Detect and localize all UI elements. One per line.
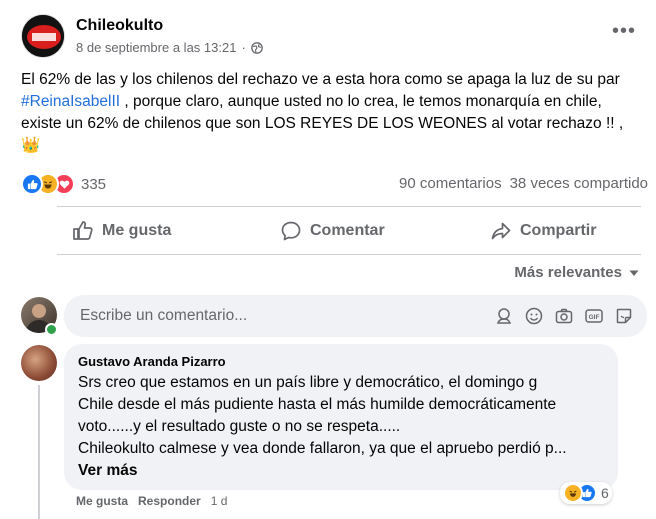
gif-icon[interactable]: GIF (585, 307, 603, 325)
comment-text: Srs creo que estamos en un país libre y … (78, 372, 604, 482)
comment-reaction-count: 6 (601, 485, 609, 501)
composer-icons: GIF (495, 307, 633, 325)
comment-line: Srs creo que estamos en un país libre y … (78, 374, 538, 391)
crown-emoji: 👑 (21, 137, 41, 154)
thread-line (38, 385, 40, 519)
divider (57, 254, 641, 255)
like-button[interactable]: Me gusta (72, 216, 171, 246)
post-meta: 8 de septiembre a las 13:21 · (76, 40, 263, 55)
comment-composer[interactable]: GIF (64, 295, 647, 337)
post-text: El 62% de las y los chilenos del rechazo… (21, 69, 641, 157)
like-reaction-icon (21, 173, 43, 195)
divider (57, 206, 641, 207)
sort-label: Más relevantes (514, 264, 622, 281)
svg-text:GIF: GIF (589, 314, 600, 321)
comment-line: Chileokulto calmese y vea donde fallaron… (78, 440, 567, 457)
caret-down-icon (629, 270, 639, 276)
thumbs-up-icon (73, 221, 93, 240)
reaction-count: 335 (81, 175, 107, 193)
hashtag-link[interactable]: #ReinaIsabelII (21, 93, 120, 110)
commenter-avatar[interactable] (21, 345, 57, 381)
comments-count-link[interactable]: 90 comentarios (399, 175, 502, 192)
avatar-sticker-icon[interactable] (495, 307, 513, 325)
comment-button-label: Comentar (310, 222, 385, 239)
globe-icon (250, 41, 263, 54)
comment-button[interactable]: Comentar (280, 216, 385, 246)
comment-like-button[interactable]: Me gusta (76, 494, 128, 508)
see-more-link[interactable]: Ver más (78, 460, 604, 482)
page-name[interactable]: Chileokulto (76, 17, 163, 35)
emoji-icon[interactable] (525, 307, 543, 325)
comment-author[interactable]: Gustavo Aranda Pizarro (78, 354, 604, 369)
comment-icon (281, 221, 301, 241)
more-options-icon[interactable]: ••• (612, 21, 636, 41)
comment-timestamp[interactable]: 1 d (211, 494, 228, 508)
like-button-label: Me gusta (102, 222, 172, 239)
comment-reactions[interactable]: 6 (560, 482, 612, 504)
comment-input[interactable] (78, 306, 495, 326)
post-text-part1: El 62% de las y los chilenos del rechazo… (21, 71, 620, 88)
chileokulto-logo (22, 15, 64, 57)
share-button-label: Compartir (520, 222, 597, 239)
meta-separator: · (241, 40, 246, 55)
online-status-dot (45, 323, 58, 336)
haha-reaction-icon (563, 483, 583, 503)
reactions-summary[interactable]: 335 (21, 173, 106, 195)
comment-reply-button[interactable]: Responder (138, 494, 201, 508)
share-icon (491, 222, 511, 240)
comment-line: Chile desde el más pudiente hasta el más… (78, 396, 557, 413)
shares-count-link[interactable]: 38 veces compartido (510, 175, 648, 192)
post-date[interactable]: 8 de septiembre a las 13:21 (76, 40, 236, 55)
sticker-icon[interactable] (615, 307, 633, 325)
comment-bubble: Gustavo Aranda Pizarro Srs creo que esta… (64, 344, 618, 490)
camera-icon[interactable] (555, 307, 573, 325)
page-avatar[interactable] (21, 14, 65, 58)
comment-line: voto......y el resultado guste o no se r… (78, 418, 401, 435)
sort-dropdown[interactable]: Más relevantes (514, 264, 640, 281)
post-stats: 90 comentarios 38 veces compartido (399, 175, 648, 192)
share-button[interactable]: Compartir (490, 216, 596, 246)
comment-actions: Me gusta Responder 1 d (76, 494, 227, 508)
